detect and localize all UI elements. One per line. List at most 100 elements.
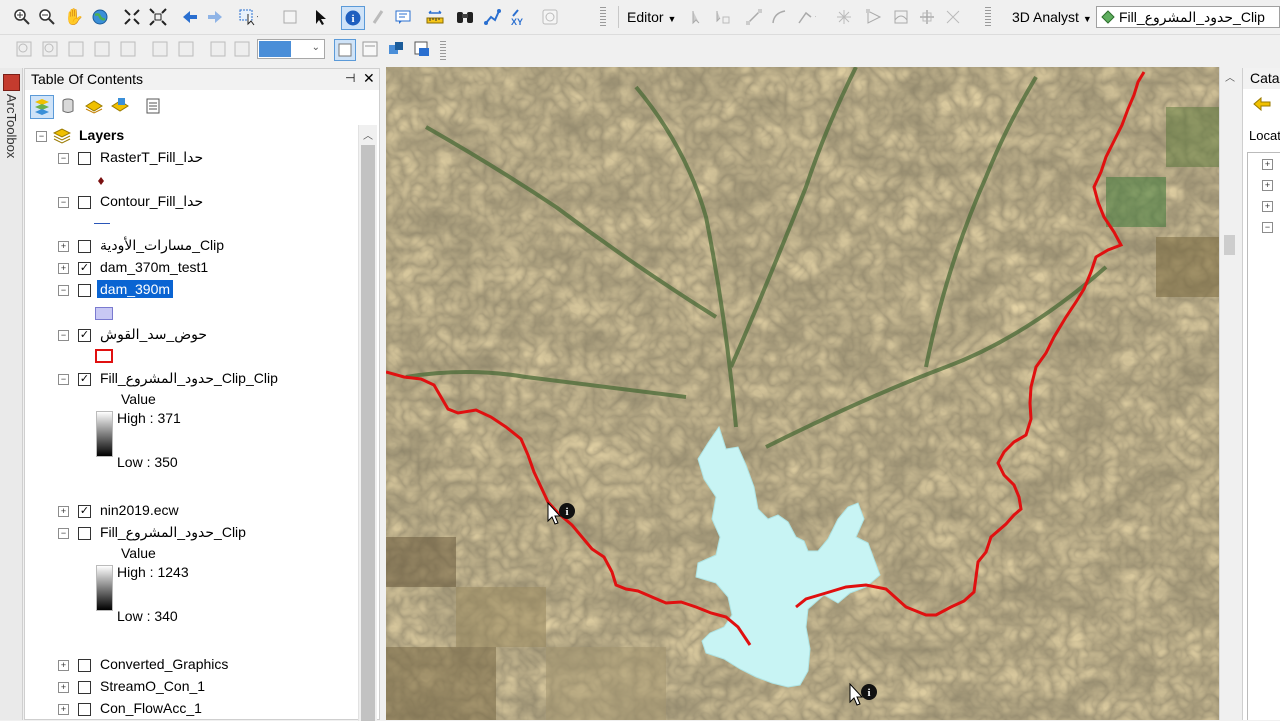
fixed-zoom-in-layout-icon[interactable] <box>150 39 170 59</box>
clear-selection-icon[interactable] <box>280 7 300 27</box>
toolbar-grip[interactable] <box>440 41 446 61</box>
identify-icon[interactable]: i <box>341 6 365 30</box>
zoom-whole-page-icon[interactable] <box>92 39 112 59</box>
select-features-icon[interactable] <box>238 7 258 27</box>
scroll-up-icon[interactable]: ︿ <box>1225 69 1235 84</box>
layer-expand-toggle[interactable]: + <box>58 506 69 517</box>
map-view[interactable]: i i <box>386 67 1219 720</box>
straight-segment-icon[interactable] <box>744 7 764 27</box>
fixed-zoom-out-layout-icon[interactable] <box>176 39 196 59</box>
point-icon[interactable] <box>834 7 854 27</box>
layer-name-contour-fill[interactable]: Contour_Fill_حدا <box>100 193 203 210</box>
layout-zoom-out-icon[interactable] <box>40 39 60 59</box>
layer-name-dam-390m-selected[interactable]: dam_390m <box>97 280 174 298</box>
layer-visibility-checkbox[interactable] <box>78 152 91 165</box>
list-by-source-icon[interactable] <box>58 96 78 116</box>
layer-collapse-toggle[interactable]: − <box>58 153 69 164</box>
layers-root-label[interactable]: Layers <box>79 127 124 143</box>
pin-icon[interactable]: ⊣ <box>345 71 355 85</box>
layer-visibility-checkbox[interactable] <box>78 681 91 694</box>
layer-name-fill-clip-clip[interactable]: Fill_حدود_المشروع_Clip_Clip <box>100 370 278 387</box>
find-binoculars-icon[interactable] <box>455 7 475 27</box>
arctoolbox-tab-label[interactable]: ArcToolbox <box>4 94 19 158</box>
back-arrow-icon[interactable] <box>180 7 200 27</box>
fixed-zoom-in-icon[interactable] <box>122 7 142 27</box>
catalog-expand-toggle[interactable]: + <box>1262 159 1273 170</box>
zoom-100-icon[interactable] <box>118 39 138 59</box>
trace-icon[interactable] <box>796 7 816 27</box>
layer-visibility-checkbox[interactable] <box>78 240 91 253</box>
layer-collapse-toggle[interactable]: − <box>58 374 69 385</box>
find-route-icon[interactable] <box>482 7 502 27</box>
endpoint-arc-icon[interactable] <box>769 7 789 27</box>
layer-visibility-checkbox[interactable] <box>78 284 91 297</box>
toc-scrollbar[interactable]: ︿ <box>358 125 377 721</box>
layer-visibility-checkbox[interactable] <box>78 659 91 672</box>
catalog-expand-toggle[interactable]: + <box>1262 201 1273 212</box>
layer-expand-toggle[interactable]: + <box>58 704 69 715</box>
layer-name-wadi-paths[interactable]: مسارات_الأودية_Clip <box>100 237 224 254</box>
layer-visibility-checkbox[interactable] <box>78 703 91 716</box>
editor-menu[interactable]: Editor ▼ <box>627 9 676 25</box>
layer-name-basin[interactable]: حوض_سد_القوش <box>100 326 207 343</box>
catalog-expand-toggle[interactable]: + <box>1262 180 1273 191</box>
edit-vertices-icon[interactable] <box>864 7 884 27</box>
close-icon[interactable]: ✕ <box>363 70 375 87</box>
measure-icon[interactable] <box>425 7 445 27</box>
data-driven-pages-icon[interactable] <box>412 39 432 59</box>
layout-pan-icon[interactable] <box>66 39 86 59</box>
layer-name-dam-370m[interactable]: dam_370m_test1 <box>100 259 208 275</box>
scroll-thumb[interactable] <box>1224 235 1235 255</box>
cut-polygons-icon[interactable] <box>917 7 937 27</box>
focus-data-frame-icon[interactable] <box>360 39 380 59</box>
catalog-back-arrow-icon[interactable] <box>1253 96 1273 115</box>
list-by-visibility-icon[interactable] <box>84 96 104 116</box>
layer-visibility-checkbox[interactable]: ✓ <box>78 262 91 275</box>
hyperlink-icon[interactable] <box>368 7 388 27</box>
split-tool-icon[interactable] <box>943 7 963 27</box>
layer-visibility-checkbox[interactable]: ✓ <box>78 329 91 342</box>
layer-name-nin2019[interactable]: nin2019.ecw <box>100 502 179 518</box>
toolbar-grip[interactable] <box>985 7 991 27</box>
layer-dropdown[interactable]: Fill_حدود_المشروع_Clip <box>1096 6 1280 28</box>
layer-name-rastert-fill[interactable]: RasterT_Fill_حدا <box>100 149 203 166</box>
forward-arrow-icon[interactable] <box>205 7 225 27</box>
layer-visibility-checkbox[interactable]: ✓ <box>78 373 91 386</box>
pan-hand-icon[interactable]: ✋ <box>64 7 84 27</box>
layer-collapse-toggle[interactable]: − <box>58 197 69 208</box>
layer-visibility-checkbox[interactable]: ✓ <box>78 505 91 518</box>
list-by-drawing-order-icon[interactable] <box>30 95 54 119</box>
layer-name-fill-clip[interactable]: Fill_حدود_المشروع_Clip <box>100 524 246 541</box>
catalog-collapse-toggle[interactable]: − <box>1262 222 1273 233</box>
full-extent-globe-icon[interactable] <box>90 7 110 27</box>
edit-tool-icon[interactable] <box>686 7 706 27</box>
previous-extent-icon[interactable] <box>208 39 228 59</box>
reshape-feature-icon[interactable] <box>891 7 911 27</box>
zoom-in-icon[interactable] <box>12 7 32 27</box>
scroll-thumb[interactable] <box>361 145 375 721</box>
fixed-zoom-out-icon[interactable] <box>148 7 168 27</box>
html-popup-icon[interactable] <box>393 7 413 27</box>
change-layout-icon[interactable] <box>386 39 406 59</box>
toolbar-grip[interactable] <box>600 7 606 27</box>
toc-options-icon[interactable] <box>143 96 163 116</box>
layout-zoom-in-icon[interactable] <box>14 39 34 59</box>
layer-name-converted-graphics[interactable]: Converted_Graphics <box>100 656 228 672</box>
edit-annotation-icon[interactable] <box>712 7 732 27</box>
toggle-draft-mode-icon[interactable] <box>334 39 356 61</box>
layer-expand-toggle[interactable]: + <box>58 241 69 252</box>
layer-collapse-toggle[interactable]: − <box>58 330 69 341</box>
layer-collapse-toggle[interactable]: − <box>58 285 69 296</box>
layer-expand-toggle[interactable]: + <box>58 660 69 671</box>
layer-expand-toggle[interactable]: + <box>58 263 69 274</box>
layer-expand-toggle[interactable]: + <box>58 682 69 693</box>
3d-analyst-menu[interactable]: 3D Analyst ▼ <box>1012 9 1092 25</box>
layers-collapse-toggle[interactable]: − <box>36 131 47 142</box>
layer-visibility-checkbox[interactable] <box>78 196 91 209</box>
select-elements-arrow-icon[interactable] <box>310 7 330 27</box>
time-slider-icon[interactable] <box>540 7 560 27</box>
arctoolbox-strip[interactable]: ArcToolbox <box>0 68 23 720</box>
layer-name-streamo-con[interactable]: StreamO_Con_1 <box>100 678 205 694</box>
layout-zoom-box[interactable]: ⌄ <box>257 39 325 59</box>
map-vertical-scrollbar[interactable]: ︿ <box>1219 67 1240 720</box>
